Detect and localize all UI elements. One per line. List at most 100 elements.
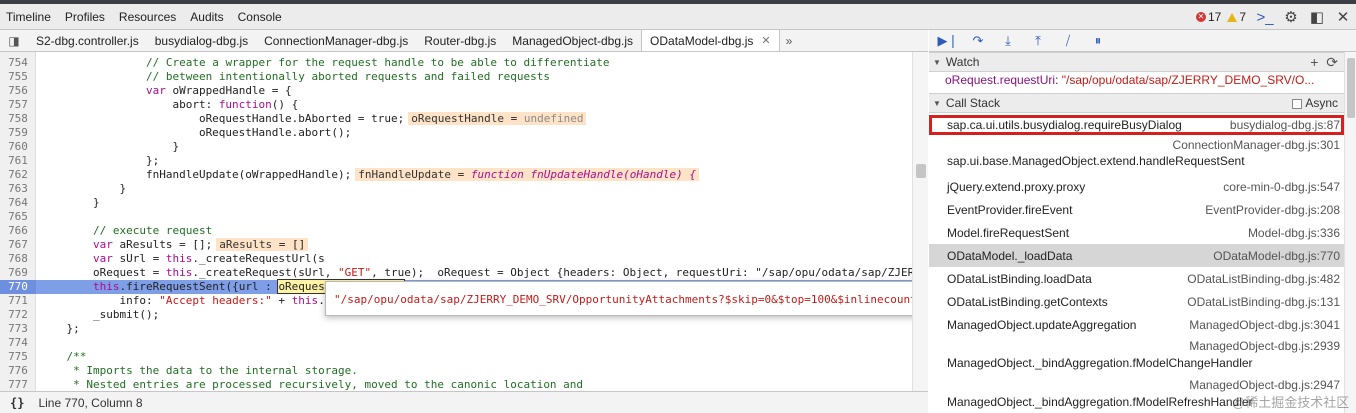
call-frame-location[interactable]: ODataModel-dbg.js:770: [1213, 249, 1340, 263]
code-line[interactable]: 769 oRequest = this._createRequest(sUrl,…: [0, 266, 928, 280]
line-number[interactable]: 777: [0, 378, 36, 391]
tab-resources[interactable]: Resources: [112, 4, 183, 30]
step-out-icon[interactable]: ⤒: [1023, 33, 1053, 49]
call-frame-location[interactable]: Model-dbg.js:336: [1248, 226, 1340, 240]
code-line[interactable]: 774: [0, 336, 912, 350]
pretty-print-button[interactable]: {}: [10, 396, 24, 410]
code-line[interactable]: 764 }: [0, 196, 912, 210]
line-number[interactable]: 763: [0, 182, 36, 196]
gear-icon[interactable]: ⚙: [1278, 4, 1304, 30]
line-number[interactable]: 775: [0, 350, 36, 364]
scroll-thumb[interactable]: [916, 164, 926, 178]
scroll-thumb[interactable]: [1347, 58, 1355, 118]
call-frame-location[interactable]: ODataListBinding-dbg.js:131: [1187, 295, 1340, 309]
tab-profiles[interactable]: Profiles: [58, 4, 112, 30]
line-number[interactable]: 768: [0, 252, 36, 266]
code-line[interactable]: 756 var oWrappedHandle = {: [0, 84, 912, 98]
call-frame-location[interactable]: core-min-0-dbg.js:547: [1223, 180, 1340, 194]
navigator-toggle-icon[interactable]: ◨: [0, 30, 28, 51]
code-line[interactable]: 768 var sUrl = this._createRequestUrl(s: [0, 252, 912, 266]
line-number[interactable]: 757: [0, 98, 36, 112]
line-number[interactable]: 755: [0, 70, 36, 84]
call-frame[interactable]: EventProvider.fireEvent EventProvider-dbg…: [929, 198, 1344, 221]
file-tab[interactable]: ManagedObject-dbg.js: [504, 30, 641, 51]
file-tab-active[interactable]: ODataModel-dbg.js ✕: [641, 30, 780, 51]
error-counter[interactable]: ✕ 17: [1195, 10, 1221, 24]
call-frame-location[interactable]: busydialog-dbg.js:87: [1230, 118, 1340, 132]
code-line[interactable]: 762 fnHandleUpdate(oWrappedHandle); fnHan…: [0, 168, 912, 182]
watch-expression[interactable]: oRequest.requestUri: "/sap/opu/odata/sap…: [945, 73, 1343, 87]
line-number[interactable]: 771: [0, 294, 36, 308]
code-line[interactable]: 757 abort: function() {: [0, 98, 912, 112]
call-frame-location[interactable]: ManagedObject-dbg.js:2947: [1189, 378, 1340, 392]
call-frame[interactable]: Model.fireRequestSent Model-dbg.js:336: [929, 221, 1344, 244]
deactivate-breakpoints-icon[interactable]: ⧸: [1053, 33, 1083, 49]
code-line[interactable]: 763 }: [0, 182, 912, 196]
line-number[interactable]: 766: [0, 224, 36, 238]
line-number[interactable]: 760: [0, 140, 36, 154]
add-watch-icon[interactable]: +: [1310, 54, 1318, 70]
editor-vertical-scrollbar[interactable]: [912, 52, 928, 391]
line-number[interactable]: 761: [0, 154, 36, 168]
code-line[interactable]: 755 // between intentionally aborted req…: [0, 70, 912, 84]
tab-console[interactable]: Console: [231, 4, 289, 30]
file-tab[interactable]: busydialog-dbg.js: [147, 30, 256, 51]
sidebar-scrollbar[interactable]: [1344, 52, 1356, 413]
call-stack-section-header[interactable]: ▼ Call Stack Async: [929, 93, 1344, 113]
call-frame-location[interactable]: ManagedObject-dbg.js:2939: [1189, 339, 1340, 353]
tab-timeline[interactable]: Timeline: [0, 4, 58, 30]
file-tab[interactable]: ConnectionManager-dbg.js: [256, 30, 416, 51]
step-into-icon[interactable]: ⤓: [993, 33, 1023, 49]
line-number[interactable]: 765: [0, 210, 36, 224]
call-frame[interactable]: jQuery.extend.proxy.proxy core-min-0-dbg.…: [929, 175, 1344, 198]
code-line[interactable]: 766 // execute request: [0, 224, 912, 238]
close-tab-icon[interactable]: ✕: [761, 30, 770, 52]
call-frame-location[interactable]: EventProvider-dbg.js:208: [1205, 203, 1340, 217]
line-number[interactable]: 756: [0, 84, 36, 98]
code-editor[interactable]: 754 // Create a wrapper for the request …: [0, 52, 928, 391]
code-line[interactable]: 775 /**: [0, 350, 912, 364]
async-toggle[interactable]: Async: [1292, 94, 1338, 113]
code-line[interactable]: 773 };: [0, 322, 912, 336]
line-number[interactable]: 758: [0, 112, 36, 126]
call-frame[interactable]: ODataListBinding.getContexts ODataListBin…: [929, 290, 1344, 313]
line-number[interactable]: 767: [0, 238, 36, 252]
code-line[interactable]: 765: [0, 210, 912, 224]
call-frame[interactable]: ManagedObject._bindAggregation.fModelCha…: [929, 336, 1344, 372]
line-number[interactable]: 770: [0, 280, 36, 294]
watch-section-header[interactable]: ▼ Watch + ⟳: [929, 52, 1344, 72]
call-frame-location[interactable]: ManagedObject-dbg.js:3041: [1189, 318, 1340, 332]
close-icon[interactable]: ✕: [1330, 4, 1356, 30]
pause-on-exceptions-icon[interactable]: ⏸: [1083, 33, 1113, 49]
call-frame[interactable]: ODataListBinding.loadData ODataListBindin…: [929, 267, 1344, 290]
line-number[interactable]: 754: [0, 56, 36, 70]
code-line[interactable]: 759 oRequestHandle.abort();: [0, 126, 912, 140]
code-line[interactable]: 758 oRequestHandle.bAborted = true; oRequ…: [0, 112, 912, 126]
file-tab[interactable]: Router-dbg.js: [416, 30, 504, 51]
code-line[interactable]: 760 }: [0, 140, 912, 154]
dock-side-icon[interactable]: ◧: [1304, 4, 1330, 30]
line-number[interactable]: 772: [0, 308, 36, 322]
call-frame[interactable]: ManagedObject.updateAggregation ManagedOb…: [929, 313, 1344, 336]
code-line[interactable]: 776 * Imports the data to the internal s…: [0, 364, 912, 378]
step-over-icon[interactable]: ↷: [963, 33, 993, 49]
resume-icon[interactable]: ▶❘: [933, 33, 963, 49]
console-drawer-icon[interactable]: >_: [1252, 4, 1278, 30]
call-frame-location[interactable]: ODataListBinding-dbg.js:482: [1187, 272, 1340, 286]
code-line[interactable]: 777 * Nested entries are processed recur…: [0, 378, 912, 391]
call-frame[interactable]: ODataModel._loadData ODataModel-dbg.js:77…: [929, 244, 1344, 267]
async-checkbox[interactable]: [1292, 98, 1303, 109]
code-line[interactable]: 761 };: [0, 154, 912, 168]
more-tabs-button[interactable]: »: [780, 30, 799, 51]
call-frame-location[interactable]: ConnectionManager-dbg.js:301: [1173, 138, 1340, 152]
line-number[interactable]: 764: [0, 196, 36, 210]
tab-audits[interactable]: Audits: [183, 4, 230, 30]
call-frame[interactable]: sap.ca.ui.utils.busydialog.requireBusyDi…: [929, 115, 1344, 135]
refresh-icon[interactable]: ⟳: [1326, 54, 1338, 70]
line-number[interactable]: 776: [0, 364, 36, 378]
line-number[interactable]: 769: [0, 266, 36, 280]
call-frame[interactable]: sap.ui.base.ManagedObject.extend.handleR…: [929, 135, 1344, 170]
line-number[interactable]: 762: [0, 168, 36, 182]
line-number[interactable]: 759: [0, 126, 36, 140]
warning-counter[interactable]: 7: [1227, 10, 1246, 24]
